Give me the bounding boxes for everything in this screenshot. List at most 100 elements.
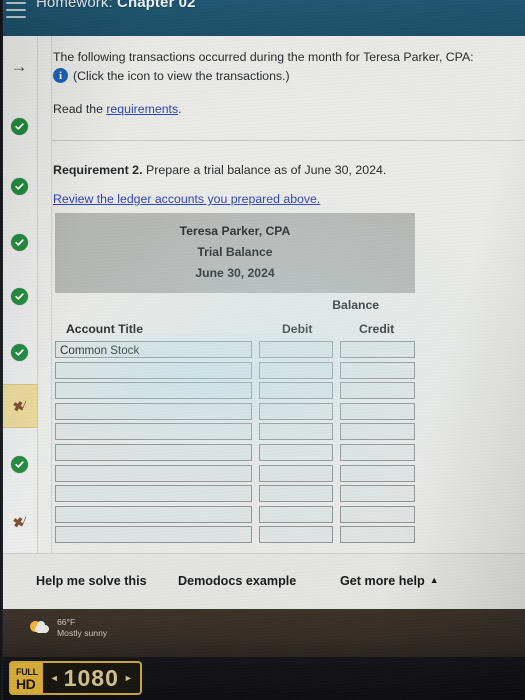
photo-left-gutter bbox=[0, 0, 3, 700]
requirements-link[interactable]: requirements bbox=[106, 102, 178, 116]
check-circle-icon bbox=[10, 233, 28, 251]
company-name: Teresa Parker, CPA bbox=[179, 224, 291, 238]
read-requirements-line: Read the requirements. bbox=[53, 102, 182, 116]
rail-item-complete-2[interactable] bbox=[0, 168, 38, 204]
os-taskbar: 66°F Mostly sunny bbox=[0, 609, 525, 657]
debit-input[interactable] bbox=[258, 402, 334, 420]
credit-input[interactable] bbox=[340, 423, 415, 441]
requirement-label: Requirement 2. bbox=[53, 163, 143, 177]
account-title-input[interactable] bbox=[55, 485, 252, 503]
account-title-input[interactable] bbox=[55, 361, 252, 379]
account-title-input[interactable] bbox=[55, 526, 252, 544]
rail-item-partial-current[interactable]: ✖⁄ bbox=[0, 384, 38, 428]
table-row bbox=[55, 423, 415, 444]
hamburger-menu-icon[interactable] bbox=[6, 2, 26, 18]
table-row bbox=[55, 443, 415, 465]
sun-cloud-icon bbox=[30, 620, 50, 636]
partial-credit-icon: ✖⁄ bbox=[12, 397, 26, 415]
osd-resolution-readout: ◄ 1080 ► bbox=[43, 663, 140, 693]
check-circle-icon bbox=[10, 177, 28, 195]
page-title: Homework: Chapter 02 bbox=[36, 0, 196, 11]
question-content: The following transactions occurred duri… bbox=[49, 36, 525, 609]
debit-input[interactable] bbox=[258, 485, 334, 503]
monitor-osd-badge: FULL HD ◄ 1080 ► bbox=[9, 661, 142, 695]
help-me-solve-this-button[interactable]: Help me solve this bbox=[36, 574, 147, 588]
rail-item-complete-6[interactable] bbox=[0, 446, 38, 482]
credit-input[interactable] bbox=[340, 341, 415, 358]
table-row bbox=[55, 402, 415, 424]
column-header-account-title: Account Title bbox=[66, 322, 143, 336]
account-title-input[interactable]: Common Stock bbox=[55, 341, 252, 358]
read-prefix: Read the bbox=[53, 102, 107, 116]
table-row: Common Stock bbox=[55, 341, 415, 362]
rail-item-complete-5[interactable] bbox=[0, 334, 38, 370]
chevron-up-icon: ▲ bbox=[429, 575, 439, 585]
account-title-input[interactable] bbox=[55, 423, 252, 441]
get-more-help-button[interactable]: Get more help ▲ bbox=[340, 574, 439, 588]
debit-input[interactable] bbox=[258, 443, 334, 461]
intro-text: The following transactions occurred duri… bbox=[53, 50, 474, 64]
check-circle-icon bbox=[10, 343, 28, 361]
table-rows: Common Stock bbox=[55, 341, 415, 547]
rail-separator bbox=[38, 36, 52, 609]
credit-input[interactable] bbox=[340, 443, 415, 461]
rail-item-complete-4[interactable] bbox=[0, 278, 38, 314]
table-row bbox=[55, 361, 415, 383]
credit-input[interactable] bbox=[340, 382, 415, 400]
info-icon[interactable]: i bbox=[53, 68, 68, 83]
debit-input[interactable] bbox=[258, 341, 334, 358]
statement-name: Trial Balance bbox=[197, 245, 273, 259]
balance-group-header: Balance bbox=[332, 298, 379, 312]
table-row bbox=[55, 464, 415, 486]
account-title-input[interactable] bbox=[55, 505, 252, 523]
table-row bbox=[55, 485, 415, 506]
debit-input[interactable] bbox=[258, 423, 334, 441]
rail-item-complete-3[interactable] bbox=[0, 224, 38, 260]
badge-hd-label: HD bbox=[16, 675, 36, 692]
debit-input[interactable] bbox=[258, 464, 334, 482]
click-icon-note: (Click the icon to view the transactions… bbox=[73, 69, 290, 83]
monitor-bezel: FULL HD ◄ 1080 ► bbox=[0, 657, 525, 700]
review-ledger-link[interactable]: Review the ledger accounts you prepared … bbox=[53, 192, 320, 206]
rail-item-complete-1[interactable] bbox=[0, 108, 38, 144]
debit-input[interactable] bbox=[258, 505, 334, 523]
trial-balance-worksheet: Teresa Parker, CPA Trial Balance June 30… bbox=[49, 213, 421, 544]
debit-input[interactable] bbox=[258, 526, 334, 544]
full-hd-badge: FULL HD bbox=[11, 663, 43, 693]
rail-item-navigate[interactable]: → bbox=[0, 48, 38, 84]
credit-input[interactable] bbox=[340, 402, 415, 420]
check-circle-icon bbox=[10, 287, 28, 305]
app-header: Homework: Chapter 02 bbox=[0, 0, 525, 36]
credit-input[interactable] bbox=[340, 361, 415, 379]
account-title-input[interactable] bbox=[55, 402, 252, 420]
debit-input[interactable] bbox=[258, 361, 334, 379]
left-arrow-icon: ◄ bbox=[49, 673, 59, 683]
credit-input[interactable] bbox=[340, 526, 415, 544]
demodocs-example-button[interactable]: Demodocs example bbox=[178, 574, 296, 588]
get-more-help-label: Get more help bbox=[340, 574, 425, 588]
read-suffix: . bbox=[178, 102, 182, 116]
requirement-text: Prepare a trial balance as of June 30, 2… bbox=[145, 163, 387, 177]
credit-input[interactable] bbox=[340, 505, 415, 523]
account-title-input[interactable] bbox=[55, 382, 252, 400]
trial-balance-title-block: Teresa Parker, CPA Trial Balance June 30… bbox=[55, 213, 415, 293]
monitor-photo: Homework: Chapter 02 → ✖⁄ ✖⁄ The followi… bbox=[0, 0, 525, 700]
check-circle-icon bbox=[10, 117, 28, 135]
table-row bbox=[55, 505, 415, 527]
page-title-chapter: Chapter 02 bbox=[117, 0, 196, 11]
table-column-headers: Account Title Debit Credit bbox=[55, 322, 415, 338]
weather-temperature: 66°F bbox=[57, 617, 76, 627]
partial-credit-icon: ✖⁄ bbox=[12, 513, 26, 531]
rail-item-partial-2[interactable]: ✖⁄ bbox=[0, 504, 38, 540]
table-row bbox=[55, 382, 415, 403]
credit-input[interactable] bbox=[340, 485, 415, 503]
weather-widget[interactable]: 66°F Mostly sunny bbox=[30, 617, 107, 639]
page-title-prefix: Homework: bbox=[36, 0, 113, 11]
account-title-input[interactable] bbox=[55, 443, 252, 461]
credit-input[interactable] bbox=[340, 464, 415, 482]
check-circle-icon bbox=[10, 455, 28, 473]
debit-input[interactable] bbox=[258, 382, 334, 400]
weather-description: Mostly sunny bbox=[57, 628, 108, 638]
help-toolbar: Help me solve this Demodocs example Get … bbox=[0, 553, 525, 609]
account-title-input[interactable] bbox=[55, 464, 252, 482]
